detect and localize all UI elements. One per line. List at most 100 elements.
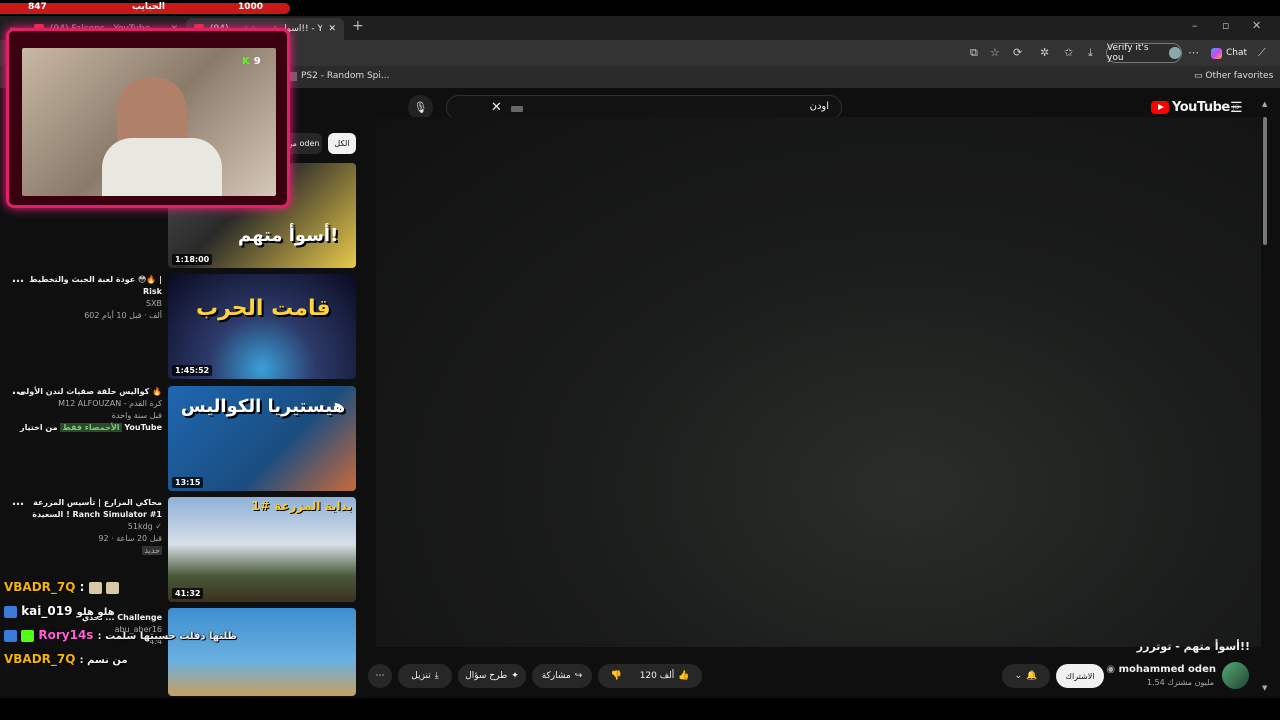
video-title: محاكي المزارع | تأسيس المزرعة السعيدة ! … xyxy=(32,498,162,519)
streamer-shirt xyxy=(102,138,222,196)
subscriber-count: 1.54 مليون مشترك xyxy=(1146,678,1214,687)
sidebar-toggle-icon[interactable]: ⟋ xyxy=(1258,46,1266,60)
split-screen-icon[interactable]: ⧉ xyxy=(970,46,978,60)
recommended-thumbnail[interactable]: بداية المزرعة #1 41:32 xyxy=(168,497,356,602)
window-close-icon[interactable]: ✕ xyxy=(1252,19,1261,32)
profile-avatar-icon xyxy=(1169,47,1181,59)
ask-label: طرح سؤال xyxy=(465,671,508,681)
keyboard-icon[interactable] xyxy=(511,106,523,112)
favorite-item[interactable]: PS2 - Random Spi... xyxy=(288,71,389,81)
hp-center-name: الحبايب xyxy=(132,2,165,12)
chat-text: : من نسم xyxy=(79,655,128,666)
share-arrow-icon: ↪ xyxy=(574,671,583,681)
notification-bell-button[interactable]: ⌄ 🔔 xyxy=(1002,664,1050,688)
copilot-icon xyxy=(1210,47,1222,59)
video-title: عودة لعبة الخبث والتخطيط 😳🔥 | Risk xyxy=(29,275,162,296)
download-label: تنزيل xyxy=(411,671,431,681)
channel-name[interactable]: ◉ mohammed oden xyxy=(1106,664,1216,675)
hp-left-number: 847 xyxy=(28,2,47,12)
more-menu-icon[interactable]: ⋯ xyxy=(1188,46,1199,59)
youtube-play-logo-icon xyxy=(1151,101,1169,114)
new-tab-icon[interactable]: + xyxy=(352,18,364,34)
channel-avatar[interactable] xyxy=(1222,662,1249,689)
thumbnail-text: قامت الحرب xyxy=(196,296,331,321)
chip-all[interactable]: الكل xyxy=(328,133,356,154)
more-options-icon[interactable]: ⋯ xyxy=(12,386,24,400)
video-stats: قبل سنة واحدة xyxy=(111,411,162,420)
like-icon[interactable]: 👍 xyxy=(678,671,689,681)
more-options-icon[interactable]: ⋯ xyxy=(12,497,24,511)
user-badge-icon xyxy=(4,629,17,642)
channel-name-text: mohammed oden xyxy=(1118,664,1216,675)
restore-icon[interactable]: ▫ xyxy=(1222,19,1229,32)
ask-button[interactable]: طرح سؤال ✦ xyxy=(458,664,526,688)
recommended-thumbnail[interactable]: قامت الحرب 1:45:52 xyxy=(168,274,356,379)
verified-icon: ◉ xyxy=(1106,664,1119,675)
video-stats: 92 · قبل 20 ساعة xyxy=(98,534,162,543)
dislike-icon[interactable]: 👎 xyxy=(610,671,621,681)
chevron-down-icon: ⌄ xyxy=(1014,671,1023,681)
scroll-down-icon[interactable]: ▼ xyxy=(1262,684,1267,692)
other-favorites[interactable]: ▭ Other favorites xyxy=(1194,71,1273,81)
viewer-number: 9 xyxy=(253,56,261,67)
chat-message: VBADR_7Q : من نسم xyxy=(4,652,128,666)
thumbnail-text: أسوأ متهم! xyxy=(238,225,339,246)
video-title: كواليس حلقة صفيات لندن الأولى 🔥 xyxy=(18,387,162,396)
more-options-icon[interactable]: ⋯ xyxy=(12,274,24,288)
share-button[interactable]: مشاركة ↪ xyxy=(532,664,592,688)
hamburger-menu-icon[interactable]: ☰ xyxy=(1230,100,1243,116)
recommended-thumbnail[interactable] xyxy=(168,608,356,696)
tab-close-icon[interactable]: ✕ xyxy=(328,24,336,34)
extensions-icon[interactable]: ✲ xyxy=(1040,46,1049,59)
favorite-label: PS2 - Random Spi... xyxy=(301,71,390,81)
copilot-chat-button[interactable]: Chat xyxy=(1206,44,1252,62)
verify-its-you-button[interactable]: Verify it's you xyxy=(1106,43,1182,63)
stream-hp-bar: 847 الحبايب 1000 xyxy=(0,0,1280,16)
subscriber-badge-icon xyxy=(21,629,35,642)
emote-icon xyxy=(88,581,102,594)
minimize-icon[interactable]: – xyxy=(1192,19,1198,32)
favorites-icon[interactable]: ✩ xyxy=(1064,46,1073,59)
scroll-up-icon[interactable]: ▲ xyxy=(1262,100,1267,108)
chat-label: Chat xyxy=(1225,48,1248,58)
sparkle-icon: ✦ xyxy=(511,671,519,681)
more-actions-icon[interactable]: ⋯ xyxy=(368,664,392,688)
download-button[interactable]: تنزيل ⤓ xyxy=(398,664,452,688)
clear-search-icon[interactable]: ✕ xyxy=(491,100,502,115)
search-input[interactable]: اودن xyxy=(810,101,829,112)
kick-logo-icon: K xyxy=(242,56,250,67)
like-dislike-group: 👎 120 ألف 👍 xyxy=(598,664,702,688)
bell-icon: 🔔 xyxy=(1026,671,1038,681)
share-label: مشاركة xyxy=(541,671,571,681)
favorite-star-icon[interactable]: ☆ xyxy=(990,46,1000,59)
page-scrollbar[interactable] xyxy=(1263,117,1267,245)
channel-name: 51kdg ✓ xyxy=(127,522,162,531)
video-player[interactable] xyxy=(376,117,1261,647)
thumbnail-text: هيستيريا الكواليس xyxy=(180,396,346,417)
channel-name: M12 ALFOUZAN - كرة القدم xyxy=(58,399,162,408)
recommended-meta[interactable]: محاكي المزارع | تأسيس المزرعة السعيدة ! … xyxy=(12,497,162,557)
new-badge: جديد xyxy=(142,546,162,555)
recommended-meta[interactable]: عودة لعبة الخبث والتخطيط 😳🔥 | Risk SXB 6… xyxy=(12,274,162,322)
chat-message: kai_019 هلو هلو xyxy=(4,604,115,618)
recommended-thumbnail[interactable]: هيستيريا الكواليس 13:15 xyxy=(168,386,356,491)
youtube-logo[interactable]: YouTube JO xyxy=(1151,100,1239,115)
duration-badge: 41:32 xyxy=(172,588,204,599)
viewer-count: K9 xyxy=(242,56,261,67)
video-title: أسوأ متهم - توتررر!! xyxy=(1136,640,1250,653)
video-stats: 602 ألف · قبل 10 أيام xyxy=(84,311,162,320)
duration-badge: 1:18:00 xyxy=(172,254,213,265)
webcam-feed: K9 xyxy=(22,48,276,196)
chat-message: Rory14s : ظلتها ذفلت حسبتها سلمت xyxy=(4,628,237,642)
recommended-meta[interactable]: كواليس حلقة صفيات لندن الأولى 🔥 M12 ALFO… xyxy=(12,386,162,434)
hp-right-number: 1000 xyxy=(238,2,264,12)
youtube-wordmark: YouTube xyxy=(1172,100,1230,115)
subscribe-button[interactable]: الاشتراك xyxy=(1056,664,1104,688)
downloads-icon[interactable]: ⤓ xyxy=(1088,46,1093,60)
other-favorites-label: Other favorites xyxy=(1205,71,1274,81)
folder-icon: ▭ xyxy=(1194,71,1203,81)
refresh-icon[interactable]: ⟳ xyxy=(1013,46,1022,59)
user-badge-icon xyxy=(4,605,17,618)
channel-name: SXB xyxy=(145,299,162,308)
chat-username: VBADR_7Q xyxy=(4,580,76,594)
